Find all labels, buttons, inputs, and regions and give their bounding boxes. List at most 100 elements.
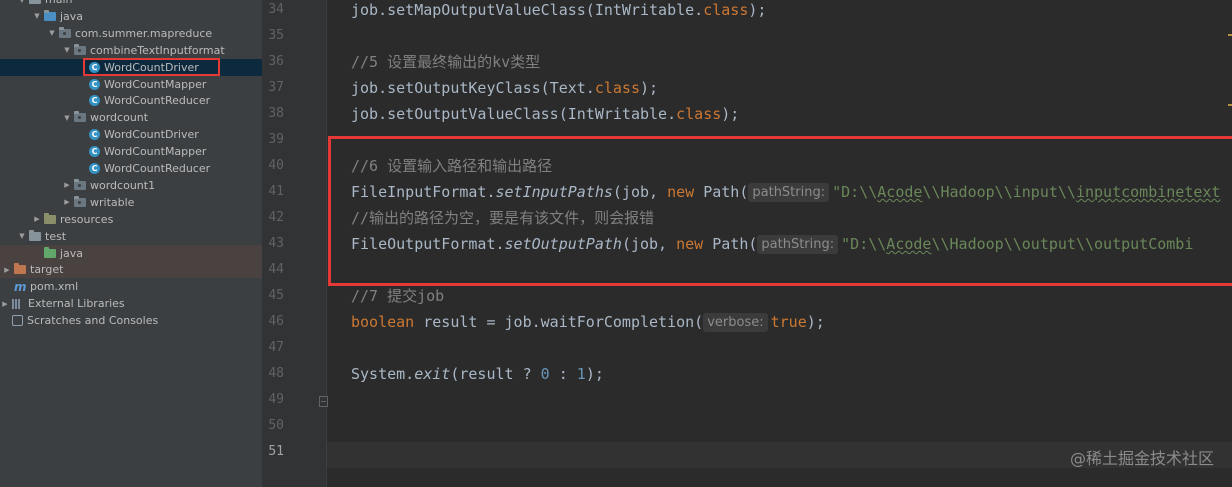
chevron-right-icon[interactable]: ▶ xyxy=(0,300,10,308)
folder-icon xyxy=(29,229,41,241)
chevron-right-icon[interactable]: ▶ xyxy=(62,181,72,189)
chevron-right-icon[interactable]: ▶ xyxy=(2,266,12,274)
tree-item[interactable]: ▼ java xyxy=(0,8,262,25)
chevron-down-icon[interactable]: ▼ xyxy=(17,232,27,240)
line-number: 36 xyxy=(268,54,284,69)
tree-item-label: target xyxy=(30,263,64,277)
tree-item-label: Scratches and Consoles xyxy=(27,314,159,328)
scratches-icon xyxy=(12,315,23,327)
code-token: exit xyxy=(414,365,451,383)
libraries-icon xyxy=(12,298,24,309)
line-number: 51 xyxy=(268,444,284,459)
chevron-right-icon[interactable]: ▶ xyxy=(62,198,72,206)
code-line[interactable]: //7 提交job xyxy=(351,283,444,309)
java-class-icon: C xyxy=(89,146,100,158)
tree-item[interactable]: ▶mpom.xml xyxy=(0,278,262,295)
package-icon xyxy=(74,195,86,207)
line-number-gutter: 34 35 36 37 38 39 40 41 42 43 44 45 46 47 48 49 50 51 xyxy=(262,0,327,487)
tree-item-label: java xyxy=(60,9,84,23)
code-line[interactable]: job.setMapOutputValueClass(IntWritable.c… xyxy=(351,0,766,23)
resources-folder-icon xyxy=(44,212,56,224)
tree-item[interactable]: ▶CWordCountReducer xyxy=(0,160,262,177)
folder-icon xyxy=(29,0,41,4)
tree-item[interactable]: ▶ External Libraries xyxy=(0,295,262,312)
chevron-right-icon[interactable]: ▶ xyxy=(32,215,42,223)
code-token: (result ? xyxy=(450,365,541,383)
annotation-highlight-box xyxy=(328,136,1232,286)
chevron-down-icon[interactable]: ▼ xyxy=(32,12,42,20)
code-token: 0 xyxy=(540,365,550,383)
java-class-icon: C xyxy=(89,95,100,107)
code-token: 1 xyxy=(576,365,586,383)
java-class-icon: C xyxy=(89,129,100,141)
code-line[interactable]: job.setOutputKeyClass(Text.class); xyxy=(351,75,658,101)
tree-item-label: main xyxy=(45,0,72,6)
code-token: : xyxy=(549,365,577,383)
tree-item[interactable]: ▶Scratches and Consoles xyxy=(0,312,262,329)
tree-item[interactable]: ▼ wordcount xyxy=(0,109,262,126)
tree-item[interactable]: ▶ writable xyxy=(0,194,262,211)
line-number: 34 xyxy=(268,2,284,17)
package-icon xyxy=(74,111,86,123)
package-icon xyxy=(74,178,86,190)
line-number: 40 xyxy=(268,158,284,173)
chevron-down-icon[interactable]: ▼ xyxy=(62,46,72,54)
tree-item[interactable]: ▼ combineTextInputformat xyxy=(0,42,262,59)
tree-item-label: writable xyxy=(90,195,135,209)
code-token: ); xyxy=(640,79,659,97)
line-number: 45 xyxy=(268,288,284,303)
tree-item[interactable]: ▶CWordCountMapper xyxy=(0,76,262,93)
tree-item-label: pom.xml xyxy=(30,280,79,294)
watermark: @稀土掘金技术社区 xyxy=(1069,449,1214,468)
tree-item[interactable]: ▶ resources xyxy=(0,211,262,228)
line-number: 41 xyxy=(268,184,284,199)
code-token: class xyxy=(594,79,640,97)
line-number: 35 xyxy=(268,28,284,43)
selection-highlight-box xyxy=(83,58,220,76)
tree-item-label: com.summer.mapreduce xyxy=(75,26,213,40)
code-token: result = job.waitForCompletion( xyxy=(423,313,704,331)
tree-item[interactable]: ▼ com.summer.mapreduce xyxy=(0,25,262,42)
line-number: 39 xyxy=(268,132,284,147)
code-token: ); xyxy=(721,105,740,123)
tree-item[interactable]: ▼ main xyxy=(0,0,262,8)
tree-item[interactable]: ▼ test xyxy=(0,228,262,245)
tree-item[interactable]: ▶ target xyxy=(0,261,262,279)
tree-item[interactable]: ▶CWordCountReducer xyxy=(0,92,262,109)
code-token: //5 设置最终输出的kv类型 xyxy=(351,53,541,71)
tree-item-label: WordCountMapper xyxy=(104,145,207,159)
code-line[interactable]: System.exit(result ? 0 : 1); xyxy=(351,361,604,387)
code-token: class xyxy=(703,1,749,19)
code-line[interactable]: //5 设置最终输出的kv类型 xyxy=(351,49,540,75)
line-number: 47 xyxy=(268,340,284,355)
tree-item[interactable]: ▶CWordCountMapper xyxy=(0,143,262,160)
chevron-down-icon[interactable]: ▼ xyxy=(17,0,27,4)
tree-item-label: WordCountReducer xyxy=(104,162,211,175)
line-number: 37 xyxy=(268,80,284,95)
tree-item-label: WordCountDriver xyxy=(104,128,199,142)
tree-item-label: External Libraries xyxy=(28,297,125,311)
code-token: boolean xyxy=(351,313,424,331)
line-number: 42 xyxy=(268,210,284,225)
tree-item-label: test xyxy=(45,229,67,243)
code-token: ); xyxy=(806,313,825,331)
tree-item[interactable]: ▶ wordcount1 xyxy=(0,177,262,194)
line-number: 48 xyxy=(268,366,284,381)
tree-item[interactable]: ▶CWordCountDriver xyxy=(0,126,262,143)
code-line[interactable]: boolean result = job.waitForCompletion(v… xyxy=(351,309,825,335)
line-number: 46 xyxy=(268,314,284,329)
code-line[interactable]: job.setOutputValueClass(IntWritable.clas… xyxy=(351,101,739,127)
tree-item[interactable]: ▶java xyxy=(0,244,262,262)
maven-icon: m xyxy=(14,279,27,294)
package-icon xyxy=(74,43,86,55)
java-class-icon: C xyxy=(89,78,100,90)
scrollbar-marker[interactable] xyxy=(1228,104,1232,106)
chevron-down-icon[interactable]: ▼ xyxy=(62,114,72,122)
scrollbar-marker[interactable] xyxy=(1228,34,1232,36)
code-token: true xyxy=(770,313,807,331)
chevron-down-icon[interactable]: ▼ xyxy=(47,29,57,37)
code-token: class xyxy=(676,105,722,123)
code-token: job.setOutputKeyClass(Text. xyxy=(351,79,595,97)
code-token: ); xyxy=(585,365,604,383)
tree-item-label: WordCountMapper xyxy=(104,77,207,91)
